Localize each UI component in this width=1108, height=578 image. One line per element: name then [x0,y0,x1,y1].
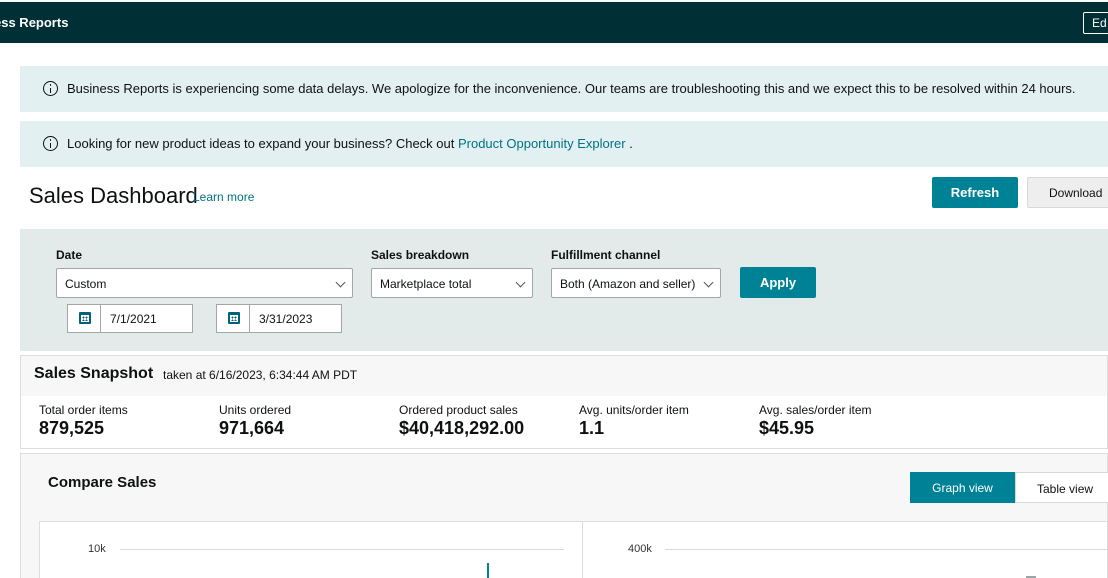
chart-gridline [120,549,564,550]
metric-label-avg-sales-per-order-item: Avg. sales/order item [759,403,872,417]
alert-message-text: Looking for new product ideas to expand … [67,136,458,151]
fulfillment-channel-value: Both (Amazon and seller) [560,277,696,291]
data-delay-alert: Business Reports is experiencing some da… [20,66,1108,112]
y-axis-tick-label: 400k [628,543,652,555]
alert-message-suffix: . [625,136,633,151]
sales-breakdown-value: Marketplace total [380,277,472,291]
date-range-select[interactable]: Custom [56,268,353,298]
start-date-value: 7/1/2021 [110,312,157,326]
fulfillment-channel-label: Fulfillment channel [551,248,661,262]
header-action-button[interactable]: Ed [1083,12,1108,34]
sales-breakdown-select[interactable]: Marketplace total [371,268,533,298]
metric-value-ordered-product-sales: $40,418,292.00 [399,418,525,438]
apply-button[interactable]: Apply [740,267,816,298]
metric-label-units-ordered: Units ordered [219,403,292,417]
metric-value-avg-units-per-order-item: 1.1 [579,418,605,438]
graph-view-button[interactable]: Graph view [910,472,1015,503]
product-opportunity-explorer-link[interactable]: Product Opportunity Explorer [458,136,626,151]
start-date-calendar-button[interactable] [68,305,101,332]
metric-value-units-ordered: 971,664 [219,418,285,438]
y-axis-tick-label: 10k [88,543,106,555]
sales-snapshot-metrics [20,396,1108,449]
chart-gridline [665,549,1108,550]
product-ideas-alert: Looking for new product ideas to expand … [20,121,1108,167]
calendar-icon [79,312,91,324]
download-button[interactable]: Download [1027,177,1108,208]
page-title: Sales Dashboard [29,183,198,208]
info-icon [43,136,58,151]
start-date-input[interactable]: 7/1/2021 [67,304,193,333]
end-date-input[interactable]: 3/31/2023 [216,304,342,333]
refresh-button[interactable]: Refresh [932,177,1018,208]
app-title: ess Reports [0,15,69,30]
info-icon [43,81,58,96]
chart-data-spike [487,563,489,578]
metric-value-avg-sales-per-order-item: $45.95 [759,418,815,438]
chevron-down-icon [515,277,526,288]
chevron-down-icon [335,277,346,288]
metric-label-avg-units-per-order-item: Avg. units/order item [579,403,689,417]
snapshot-timestamp: taken at 6/16/2023, 6:34:44 AM PDT [163,368,358,382]
metric-label-ordered-product-sales: Ordered product sales [399,403,518,417]
table-view-button[interactable]: Table view [1015,472,1108,503]
fulfillment-channel-select[interactable]: Both (Amazon and seller) [551,268,721,298]
end-date-value: 3/31/2023 [259,312,313,326]
metric-value-total-order-items: 879,525 [39,418,105,438]
alert-message: Looking for new product ideas to expand … [67,136,633,151]
sales-snapshot-title: Sales Snapshot [34,365,154,382]
end-date-calendar-button[interactable] [217,305,250,332]
metric-label-total-order-items: Total order items [39,403,128,417]
top-navigation-bar [0,0,1108,43]
chevron-down-icon [703,277,714,288]
learn-more-link[interactable]: Learn more [193,190,254,204]
alert-message: Business Reports is experiencing some da… [67,81,1076,96]
sales-breakdown-label: Sales breakdown [371,248,470,262]
compare-sales-title: Compare Sales [48,474,157,491]
date-label: Date [56,248,83,262]
date-range-value: Custom [65,277,107,291]
calendar-icon [228,312,240,324]
